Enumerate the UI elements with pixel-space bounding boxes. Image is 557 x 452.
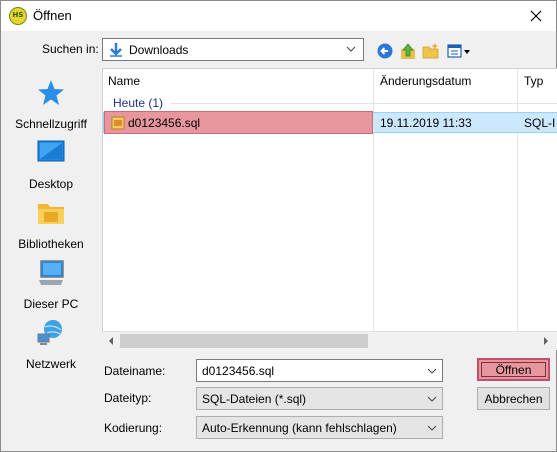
encoding-label: Kodierung: [104,421,163,435]
library-icon [38,204,64,224]
cancel-button-label: Abbrechen [484,392,543,406]
view-menu-icon[interactable] [446,42,472,60]
open-button[interactable]: Öffnen [477,358,550,381]
file-list[interactable]: Name Änderungsdatum Typ Heute (1) d01234… [102,68,557,350]
download-arrow-icon [110,43,122,57]
chevron-down-icon[interactable] [427,368,437,374]
filetype-label: Dateityp: [104,391,152,405]
star-icon [38,80,64,105]
place-label: Schnellzugriff [15,117,87,131]
place-desktop[interactable]: Desktop [6,138,96,196]
scroll-left-icon[interactable] [108,337,114,345]
place-network[interactable]: Netzwerk [6,318,96,376]
sql-file-icon [111,116,125,130]
app-logo-text: HS [12,11,24,19]
pc-icon [39,260,64,285]
filename-value: d0123456.sql [202,364,275,378]
chevron-down-icon [427,425,437,431]
horizontal-scrollbar[interactable] [102,331,557,350]
app-logo-icon: HS [9,7,27,25]
new-folder-icon[interactable] [422,42,440,60]
column-header-type[interactable]: Typ [524,69,543,93]
encoding-value: Auto-Erkennung (kann fehlschlagen) [202,421,397,435]
scroll-right-icon[interactable] [543,337,549,345]
title-bar: HS Öffnen [1,1,556,31]
window-title: Öffnen [33,8,72,23]
filename-label: Dateiname: [104,364,166,378]
up-folder-icon[interactable] [399,42,417,60]
lookin-combo[interactable]: Downloads [102,38,364,61]
chevron-down-icon [346,46,356,52]
lookin-label: Suchen in: [42,42,99,56]
place-quick-access[interactable]: Schnellzugriff [6,78,96,136]
filetype-select[interactable]: SQL-Dateien (*.sql) [196,387,443,410]
open-dialog: HS Öffnen Suchen in: Downloads Schnellzu… [0,0,557,452]
filename-input[interactable]: d0123456.sql [196,359,443,382]
column-header-date[interactable]: Änderungsdatum [380,69,471,93]
close-button[interactable] [516,1,556,31]
lookin-value: Downloads [129,43,189,57]
file-type: SQL-I [524,116,556,130]
filetype-value: SQL-Dateien (*.sql) [202,392,307,406]
back-icon[interactable] [376,42,394,60]
place-this-pc[interactable]: Dieser PC [6,258,96,316]
encoding-select[interactable]: Auto-Erkennung (kann fehlschlagen) [196,416,443,439]
place-label: Netzwerk [25,357,76,371]
place-label: Desktop [28,177,74,191]
cancel-button[interactable]: Abbrechen [477,387,550,410]
scrollbar-thumb[interactable] [120,334,368,348]
place-label: Dieser PC [23,297,79,311]
close-icon [530,10,542,22]
chevron-down-icon [427,396,437,402]
group-header[interactable]: Heute (1) [113,96,163,110]
file-name[interactable]: d0123456.sql [128,116,200,130]
column-header-name[interactable]: Name [108,69,140,93]
place-libraries[interactable]: Bibliotheken [6,198,96,256]
places-bar: Schnellzugriff Desktop Bibliotheken Dies… [6,69,96,371]
desktop-icon [37,140,65,162]
group-divider [171,103,557,104]
focus-rectangle [481,362,546,377]
file-date: 19.11.2019 11:33 [380,116,472,130]
network-icon [37,320,62,345]
place-label: Bibliotheken [18,237,84,251]
